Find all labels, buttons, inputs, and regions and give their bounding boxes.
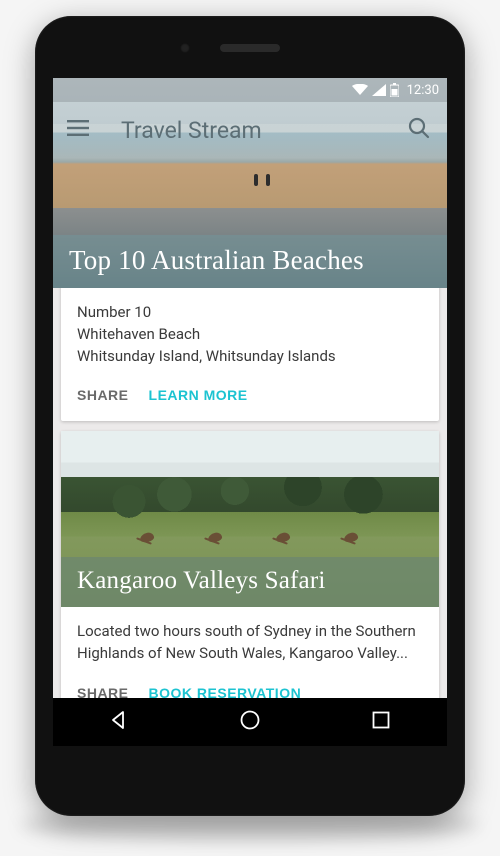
travel-card[interactable]: Kangaroo Valleys Safari Located two hour…	[61, 431, 439, 698]
search-button[interactable]	[405, 116, 433, 144]
share-button[interactable]: SHARE	[77, 679, 129, 698]
phone-frame: 12:30 Travel Stream	[35, 16, 465, 816]
card-title: Kangaroo Valleys Safari	[77, 567, 423, 595]
recent-apps-button[interactable]	[367, 708, 395, 736]
card-body-line: Number 10	[77, 302, 423, 324]
safari-image: Kangaroo Valleys Safari	[61, 431, 439, 607]
clock-text: 12:30	[407, 83, 439, 98]
card-actions: SHARE LEARN MORE	[61, 373, 439, 421]
screen: 12:30 Travel Stream	[53, 78, 447, 746]
phone-camera	[180, 43, 190, 53]
wifi-icon	[352, 84, 368, 96]
beach-figures	[254, 174, 270, 186]
back-button[interactable]	[105, 708, 133, 736]
card-body: Number 10 Whitehaven Beach Whitsunday Is…	[61, 288, 439, 373]
card-body-line: Whitsunday Island, Whitsunday Islands	[77, 346, 423, 368]
card-title: Top 10 Australian Beaches	[69, 245, 431, 276]
system-nav-bar	[53, 698, 447, 746]
learn-more-button[interactable]: LEARN MORE	[149, 381, 248, 409]
card-body-line: Whitehaven Beach	[77, 324, 423, 346]
app-content: 12:30 Travel Stream	[53, 78, 447, 698]
card-image: Kangaroo Valleys Safari	[61, 431, 439, 607]
app-bar-title: Travel Stream	[121, 117, 262, 144]
home-button[interactable]	[236, 708, 264, 736]
share-button[interactable]: SHARE	[77, 381, 129, 409]
book-reservation-button[interactable]: BOOK RESERVATION	[149, 679, 302, 698]
card-title-band: Kangaroo Valleys Safari	[61, 557, 439, 607]
card-title-band: Top 10 Australian Beaches	[53, 235, 447, 288]
app-bar: Travel Stream	[53, 102, 447, 158]
search-icon	[408, 117, 430, 143]
card-list[interactable]: Top 10 Australian Beaches Number 10 Whit…	[53, 78, 447, 698]
recent-apps-icon	[372, 711, 390, 733]
phone-speaker	[220, 44, 280, 52]
card-actions: SHARE BOOK RESERVATION	[61, 671, 439, 698]
hamburger-menu-button[interactable]	[67, 116, 95, 144]
card-body: Located two hours south of Sydney in the…	[61, 607, 439, 671]
home-icon	[239, 709, 261, 735]
status-bar: 12:30	[53, 78, 447, 102]
back-icon	[109, 710, 129, 734]
battery-icon	[390, 83, 399, 97]
kangaroo-figures	[61, 531, 439, 549]
signal-icon	[372, 84, 386, 96]
hamburger-icon	[67, 120, 89, 140]
